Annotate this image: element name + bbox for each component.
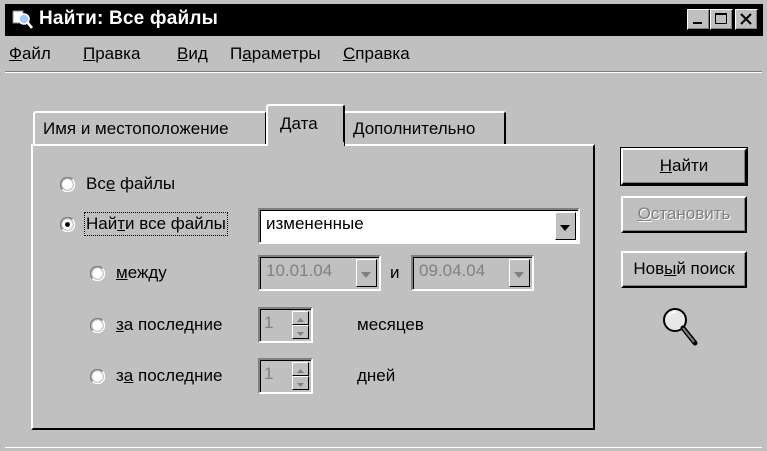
tab-date[interactable]: Дата: [266, 104, 345, 146]
magnifier-icon: [12, 10, 34, 29]
last-months-label[interactable]: за последние: [116, 315, 222, 335]
chevron-down-icon: [361, 272, 371, 278]
close-icon: [740, 13, 752, 25]
minimize-icon: [693, 22, 702, 24]
days-unit-label: дней: [357, 366, 396, 385]
between-label[interactable]: между: [116, 263, 167, 283]
and-label: и: [390, 263, 400, 282]
to-date-picker[interactable]: 09.04.04: [411, 255, 534, 291]
tab-name-location-label: Имя и местоположение: [43, 119, 229, 138]
all-files-label[interactable]: Все файлы: [86, 174, 175, 194]
from-date-dropdown-button[interactable]: [356, 259, 377, 287]
stop-button[interactable]: Остановить: [621, 196, 747, 233]
maximize-icon: [715, 13, 727, 24]
months-spinner-buttons[interactable]: [292, 311, 309, 339]
file-date-type-select[interactable]: измененные: [258, 208, 580, 244]
radio-last-months[interactable]: [90, 318, 105, 333]
window-bottom-edge: [5, 447, 762, 448]
file-date-type-value: измененные: [266, 214, 364, 233]
menu-params[interactable]: Параметры: [230, 44, 321, 64]
new-search-button[interactable]: Новый поиск: [621, 251, 747, 288]
chevron-down-icon: [560, 225, 570, 231]
find-all-files-label[interactable]: Найти все файлы: [84, 212, 228, 236]
tab-advanced[interactable]: Дополнительно: [343, 111, 506, 145]
menu-bar: Файл Правка Вид Параметры Справка: [5, 40, 763, 68]
magnifier-icon: [663, 308, 698, 346]
minimize-button[interactable]: [687, 9, 710, 30]
menu-view[interactable]: Вид: [177, 44, 208, 64]
radio-between[interactable]: [90, 266, 105, 281]
menu-file[interactable]: Файл: [9, 44, 51, 64]
menu-edit[interactable]: Правка: [83, 44, 140, 64]
last-days-label[interactable]: за последние: [116, 366, 222, 386]
find-button[interactable]: Найти: [620, 147, 748, 186]
days-spinner-buttons[interactable]: [292, 362, 309, 390]
tab-advanced-label: Дополнительно: [353, 119, 476, 138]
days-value: 1: [264, 364, 274, 383]
to-date-dropdown-button[interactable]: [509, 259, 530, 287]
arrow-down-icon: [297, 332, 304, 336]
menu-help[interactable]: Справка: [343, 44, 410, 64]
find-window: Найти: Все файлы Файл Правка Вид Парамет…: [0, 0, 767, 451]
chevron-down-icon: [514, 272, 524, 278]
months-value: 1: [264, 313, 274, 332]
menu-separator: [5, 71, 762, 73]
title-bar[interactable]: Найти: Все файлы: [5, 4, 763, 36]
days-spinner[interactable]: 1: [258, 358, 313, 394]
days-up-button[interactable]: [292, 362, 309, 376]
window-title: Найти: Все файлы: [39, 8, 219, 29]
close-button[interactable]: [735, 9, 758, 30]
file-date-type-dropdown-button[interactable]: [555, 212, 576, 240]
days-down-button[interactable]: [292, 376, 309, 390]
months-up-button[interactable]: [292, 311, 309, 325]
months-spinner[interactable]: 1: [258, 307, 313, 343]
months-down-button[interactable]: [292, 325, 309, 339]
tab-name-location[interactable]: Имя и местоположение: [33, 111, 267, 145]
radio-last-days[interactable]: [90, 369, 105, 384]
from-date-picker[interactable]: 10.01.04: [258, 255, 381, 291]
months-unit-label: месяцев: [357, 315, 424, 334]
active-tab-gap: [268, 142, 344, 146]
radio-all-files[interactable]: [60, 177, 75, 192]
to-date-value: 09.04.04: [419, 261, 486, 280]
maximize-button[interactable]: [710, 9, 733, 30]
from-date-value: 10.01.04: [266, 261, 333, 280]
tab-date-label: Дата: [280, 114, 318, 133]
arrow-down-icon: [297, 383, 304, 387]
radio-find-all-files[interactable]: [60, 217, 75, 232]
